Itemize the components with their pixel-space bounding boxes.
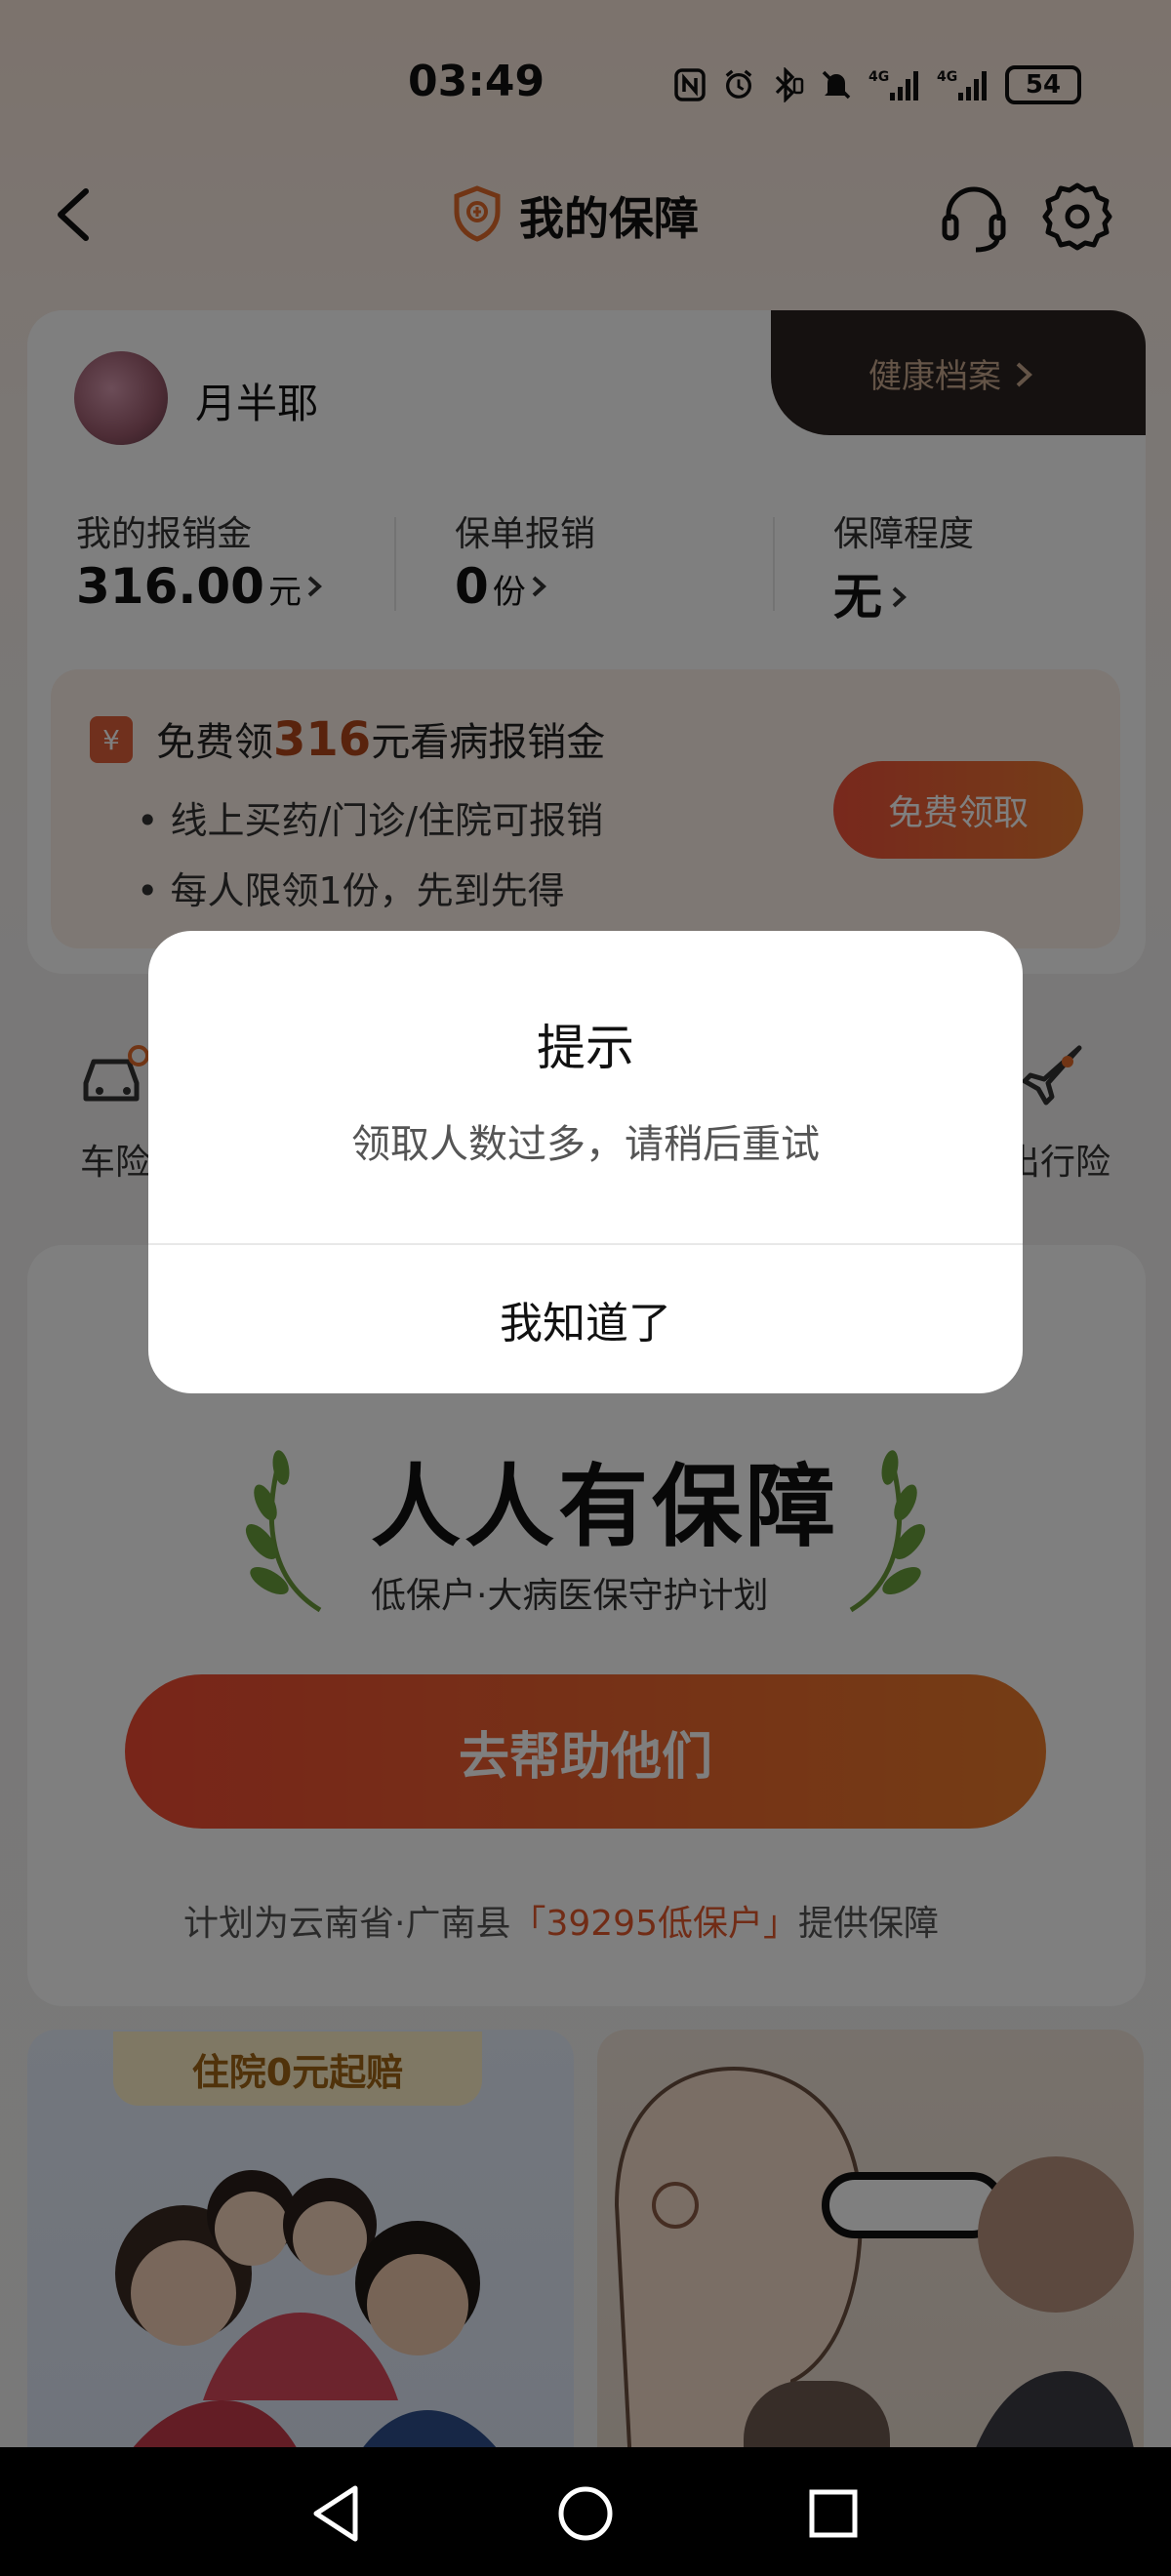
- square-recents-icon: [809, 2489, 858, 2538]
- dialog-title: 提示: [537, 1020, 634, 1076]
- dialog-confirm-button[interactable]: 我知道了: [148, 1245, 1023, 1393]
- nav-recents-button[interactable]: [794, 2475, 872, 2553]
- circle-home-icon: [558, 2486, 613, 2541]
- dialog-message: 领取人数过多，请稍后重试: [351, 1122, 820, 1167]
- nav-back-button[interactable]: [299, 2475, 377, 2553]
- triangle-back-icon: [313, 2485, 358, 2542]
- nav-home-button[interactable]: [546, 2475, 625, 2553]
